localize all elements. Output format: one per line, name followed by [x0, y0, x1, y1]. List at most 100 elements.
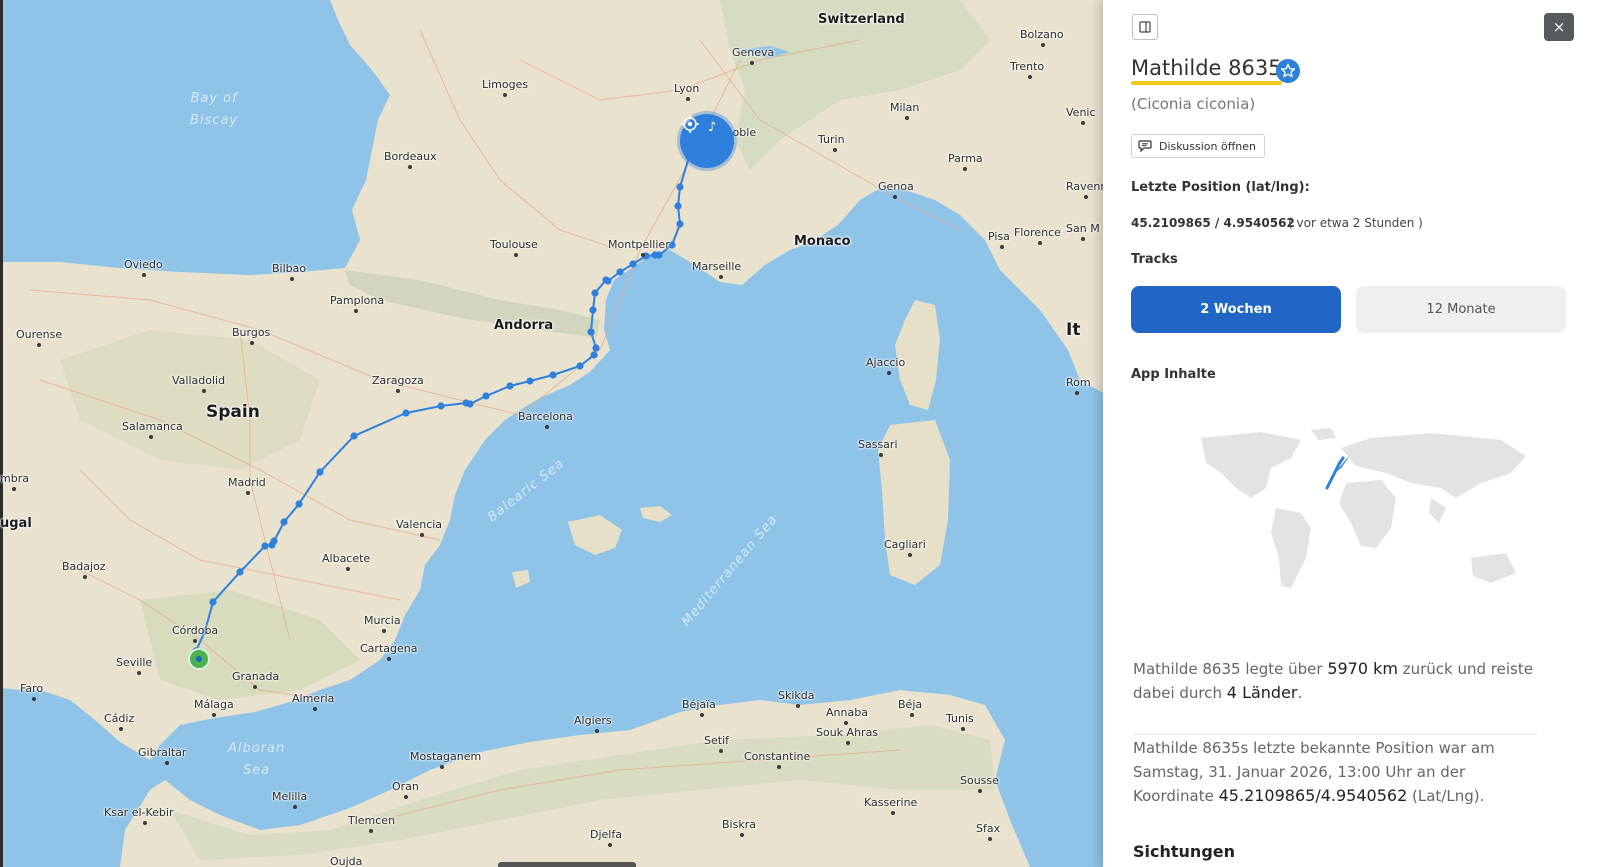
chat-bubble-icon — [1138, 140, 1152, 152]
track-point[interactable] — [549, 371, 557, 379]
track-point[interactable] — [655, 251, 663, 259]
bird-note-icon: ♪ — [708, 120, 717, 135]
city-dot — [408, 165, 412, 169]
city-dot — [891, 811, 895, 815]
land-italy — [985, 215, 1107, 395]
world-continents — [1201, 428, 1526, 588]
track-point[interactable] — [506, 382, 514, 390]
city-dot — [686, 97, 690, 101]
city-dot — [382, 629, 386, 633]
track-point[interactable] — [526, 377, 534, 385]
last-position-label: Letzte Position (lat/lng): — [1131, 180, 1310, 195]
migration-map[interactable]: Switzerland Spain Andorra Monaco It ugal… — [0, 0, 1107, 867]
summary-text-pre: Mathilde 8635 legte über — [1133, 660, 1328, 678]
app-content-label: App Inhalte — [1131, 367, 1216, 382]
track-point[interactable] — [676, 220, 684, 228]
sidebar-toggle-icon — [1139, 21, 1151, 33]
city-dot — [346, 567, 350, 571]
tracks-label: Tracks — [1131, 252, 1178, 267]
city-dot — [37, 343, 41, 347]
city-dot — [514, 253, 518, 257]
city-dot — [202, 389, 206, 393]
track-2-weeks-button[interactable]: 2 Wochen — [1131, 286, 1341, 333]
summary-distance: 5970 km — [1327, 659, 1398, 678]
track-point[interactable] — [590, 351, 598, 359]
track-point[interactable] — [316, 468, 324, 476]
city-dot — [595, 729, 599, 733]
track-point[interactable] — [466, 400, 474, 408]
city-dot — [700, 713, 704, 717]
city-dot — [719, 749, 723, 753]
city-dot — [290, 277, 294, 281]
track-point[interactable] — [674, 202, 682, 210]
track-point[interactable] — [592, 344, 600, 352]
city-dot — [1075, 391, 1079, 395]
start-position-marker[interactable] — [188, 648, 210, 670]
last-known-coords: 45.2109865/4.9540562 — [1218, 786, 1408, 805]
track-point[interactable] — [402, 409, 410, 417]
track-point[interactable] — [482, 392, 490, 400]
track-point[interactable] — [209, 598, 217, 606]
city-dot — [893, 195, 897, 199]
location-target-icon — [681, 115, 699, 133]
track-point[interactable] — [576, 362, 584, 370]
panel-toggle-button[interactable] — [1132, 14, 1158, 40]
discussion-button-label: Diskussion öffnen — [1159, 139, 1256, 153]
city-dot — [253, 685, 257, 689]
city-dot — [608, 843, 612, 847]
track-point[interactable] — [236, 568, 244, 576]
city-dot — [149, 435, 153, 439]
track-point[interactable] — [604, 277, 612, 285]
track-point[interactable] — [437, 402, 445, 410]
city-dot — [1081, 121, 1085, 125]
city-dot — [369, 829, 373, 833]
section-divider — [1133, 734, 1537, 735]
summary-countries: 4 Länder — [1226, 683, 1298, 702]
city-dot — [1041, 43, 1045, 47]
world-minimap — [1201, 428, 1526, 588]
track-point[interactable] — [587, 328, 595, 336]
track-point[interactable] — [676, 183, 684, 191]
city-dot — [905, 116, 909, 120]
track-point[interactable] — [668, 241, 676, 249]
track-point[interactable] — [295, 500, 303, 508]
city-dot — [1038, 241, 1042, 245]
city-dot — [119, 727, 123, 731]
track-point[interactable] — [261, 542, 269, 550]
land-sardinia — [878, 420, 950, 585]
land-mallorca — [568, 515, 622, 555]
map-drag-handle[interactable] — [498, 862, 636, 867]
city-dot — [250, 341, 254, 345]
track-point[interactable] — [591, 289, 599, 297]
track-point[interactable] — [270, 537, 278, 545]
summary-text-post: . — [1297, 684, 1303, 702]
city-dot — [503, 93, 507, 97]
city-dot — [719, 275, 723, 279]
city-dot — [246, 491, 250, 495]
close-button[interactable]: × — [1544, 13, 1574, 41]
discussion-button[interactable]: Diskussion öffnen — [1131, 134, 1265, 158]
track-point[interactable] — [280, 518, 288, 526]
city-dot — [313, 707, 317, 711]
track-12-months-button[interactable]: 12 Monate — [1356, 286, 1566, 333]
land-ibiza — [512, 570, 530, 588]
city-dot — [777, 765, 781, 769]
bird-name-title: Mathilde 8635 — [1131, 56, 1282, 85]
city-dot — [879, 453, 883, 457]
track-point[interactable] — [629, 260, 637, 268]
track-point[interactable] — [616, 268, 624, 276]
city-dot — [963, 167, 967, 171]
city-dot — [404, 795, 408, 799]
current-position-marker[interactable]: ♪ — [680, 114, 734, 168]
city-dot — [846, 741, 850, 745]
city-dot — [1084, 195, 1088, 199]
city-dot — [844, 721, 848, 725]
city-dot — [32, 697, 36, 701]
track-point[interactable] — [201, 627, 209, 635]
city-dot — [83, 575, 87, 579]
species-name: (Ciconia ciconia) — [1131, 95, 1256, 113]
last-position-ago: ( vor etwa 2 Stunden ) — [1288, 216, 1423, 230]
track-point[interactable] — [350, 432, 358, 440]
track-point[interactable] — [589, 306, 597, 314]
city-dot — [142, 273, 146, 277]
